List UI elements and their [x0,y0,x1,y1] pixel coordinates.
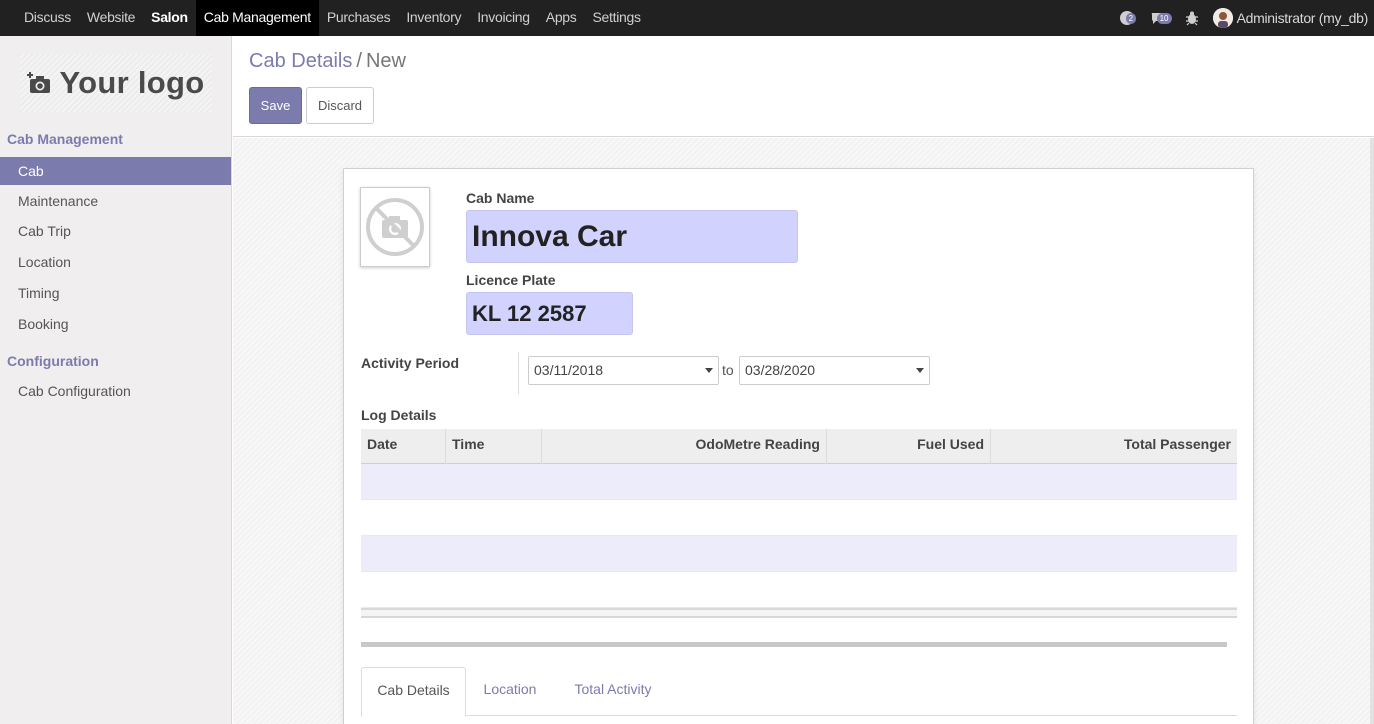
licence-plate-label: Licence Plate [466,272,556,288]
field-separator [518,352,519,394]
column-header-fuel-used[interactable]: Fuel Used [827,429,991,464]
camera-plus-icon [27,72,51,93]
menu-website[interactable]: Website [79,0,143,36]
menu-discuss[interactable]: Discuss [16,0,79,36]
table-row [361,572,1237,608]
user-avatar[interactable] [1212,8,1233,28]
no-camera-icon [366,198,424,256]
tab-cab-details[interactable]: Cab Details [361,667,466,717]
company-logo[interactable]: Your logo [20,54,212,112]
cab-name-label: Cab Name [466,190,535,206]
menu-settings[interactable]: Settings [585,0,649,36]
top-navbar: Discuss Website Salon Cab Management Pur… [0,0,1374,36]
sidebar-item-cab-trip[interactable]: Cab Trip [0,217,231,245]
form-sheet: Cab Name Innova Car Licence Plate KL 12 … [343,168,1254,724]
breadcrumb-parent[interactable]: Cab Details [249,50,352,72]
cab-image-field[interactable] [360,187,430,267]
menu-cab-management[interactable]: Cab Management [195,0,319,36]
user-menu[interactable]: Administrator (my_db) [1237,10,1369,26]
sidebar-item-timing[interactable]: Timing [0,279,231,307]
menu-invoicing[interactable]: Invoicing [469,0,538,36]
activity-start-date-input[interactable]: 03/11/2018 [528,356,719,385]
column-header-date[interactable]: Date [361,429,446,464]
sidebar-section-configuration: Configuration [7,353,99,369]
conversations-badge: 2 [1125,13,1137,24]
logo-text: Your logo [59,65,205,100]
chevron-down-icon [705,368,713,373]
log-details-table: Date Time OdoMetre Reading Fuel Used Tot… [361,429,1237,618]
cab-name-input[interactable]: Innova Car [466,210,798,263]
sidebar-section-cab-management: Cab Management [7,131,123,147]
column-header-time[interactable]: Time [446,429,542,464]
sidebar-item-location[interactable]: Location [0,248,231,276]
notebook-tabs: Cab Details Location Total Activity [361,667,1237,717]
menu-salon[interactable]: Salon [143,0,196,36]
breadcrumb-current: New [365,50,406,72]
tab-location[interactable]: Location [466,667,554,716]
table-row [361,536,1237,572]
breadcrumb: Cab Details / New [249,50,406,73]
table-header: Date Time OdoMetre Reading Fuel Used Tot… [361,429,1237,464]
menu-purchases[interactable]: Purchases [319,0,398,36]
messages-icon[interactable]: 10 [1149,9,1172,27]
discard-button[interactable]: Discard [306,87,374,124]
section-divider [361,642,1227,647]
sidebar-item-maintenance[interactable]: Maintenance [0,187,231,215]
sidebar-item-booking[interactable]: Booking [0,310,231,338]
systray: 2 10 Administrator (my_db) [1117,0,1368,36]
table-row [361,500,1237,536]
sidebar: Your logo Cab Management Cab Maintenance… [0,36,232,724]
sidebar-item-cab-configuration[interactable]: Cab Configuration [0,377,231,405]
top-menu: Discuss Website Salon Cab Management Pur… [0,0,649,36]
menu-apps[interactable]: Apps [538,0,585,36]
activity-end-date-input[interactable]: 03/28/2020 [739,356,930,385]
table-row [361,464,1237,500]
breadcrumb-separator: / [356,50,362,72]
conversations-icon[interactable]: 2 [1117,9,1139,27]
messages-badge: 10 [1156,13,1172,24]
control-panel: Cab Details / New Save Discard [233,36,1374,137]
column-header-total-passenger[interactable]: Total Passenger [991,429,1237,464]
bug-icon[interactable] [1181,9,1203,27]
menu-inventory[interactable]: Inventory [398,0,469,36]
column-header-odometre-reading[interactable]: OdoMetre Reading [542,429,827,464]
licence-plate-input[interactable]: KL 12 2587 [466,292,633,335]
activity-period-label: Activity Period [361,355,460,371]
log-details-label: Log Details [361,407,437,423]
sidebar-item-cab[interactable]: Cab [0,157,231,185]
save-button[interactable]: Save [249,87,302,124]
vertical-scrollbar[interactable] [1370,138,1374,724]
activity-end-date-value: 03/28/2020 [745,362,816,378]
activity-start-date-value: 03/11/2018 [534,362,604,378]
form-view: Cab Name Innova Car Licence Plate KL 12 … [233,138,1374,724]
table-footer [361,608,1237,618]
date-range-separator: to [722,362,734,378]
tab-total-activity[interactable]: Total Activity [554,667,672,716]
chevron-down-icon [916,368,924,373]
